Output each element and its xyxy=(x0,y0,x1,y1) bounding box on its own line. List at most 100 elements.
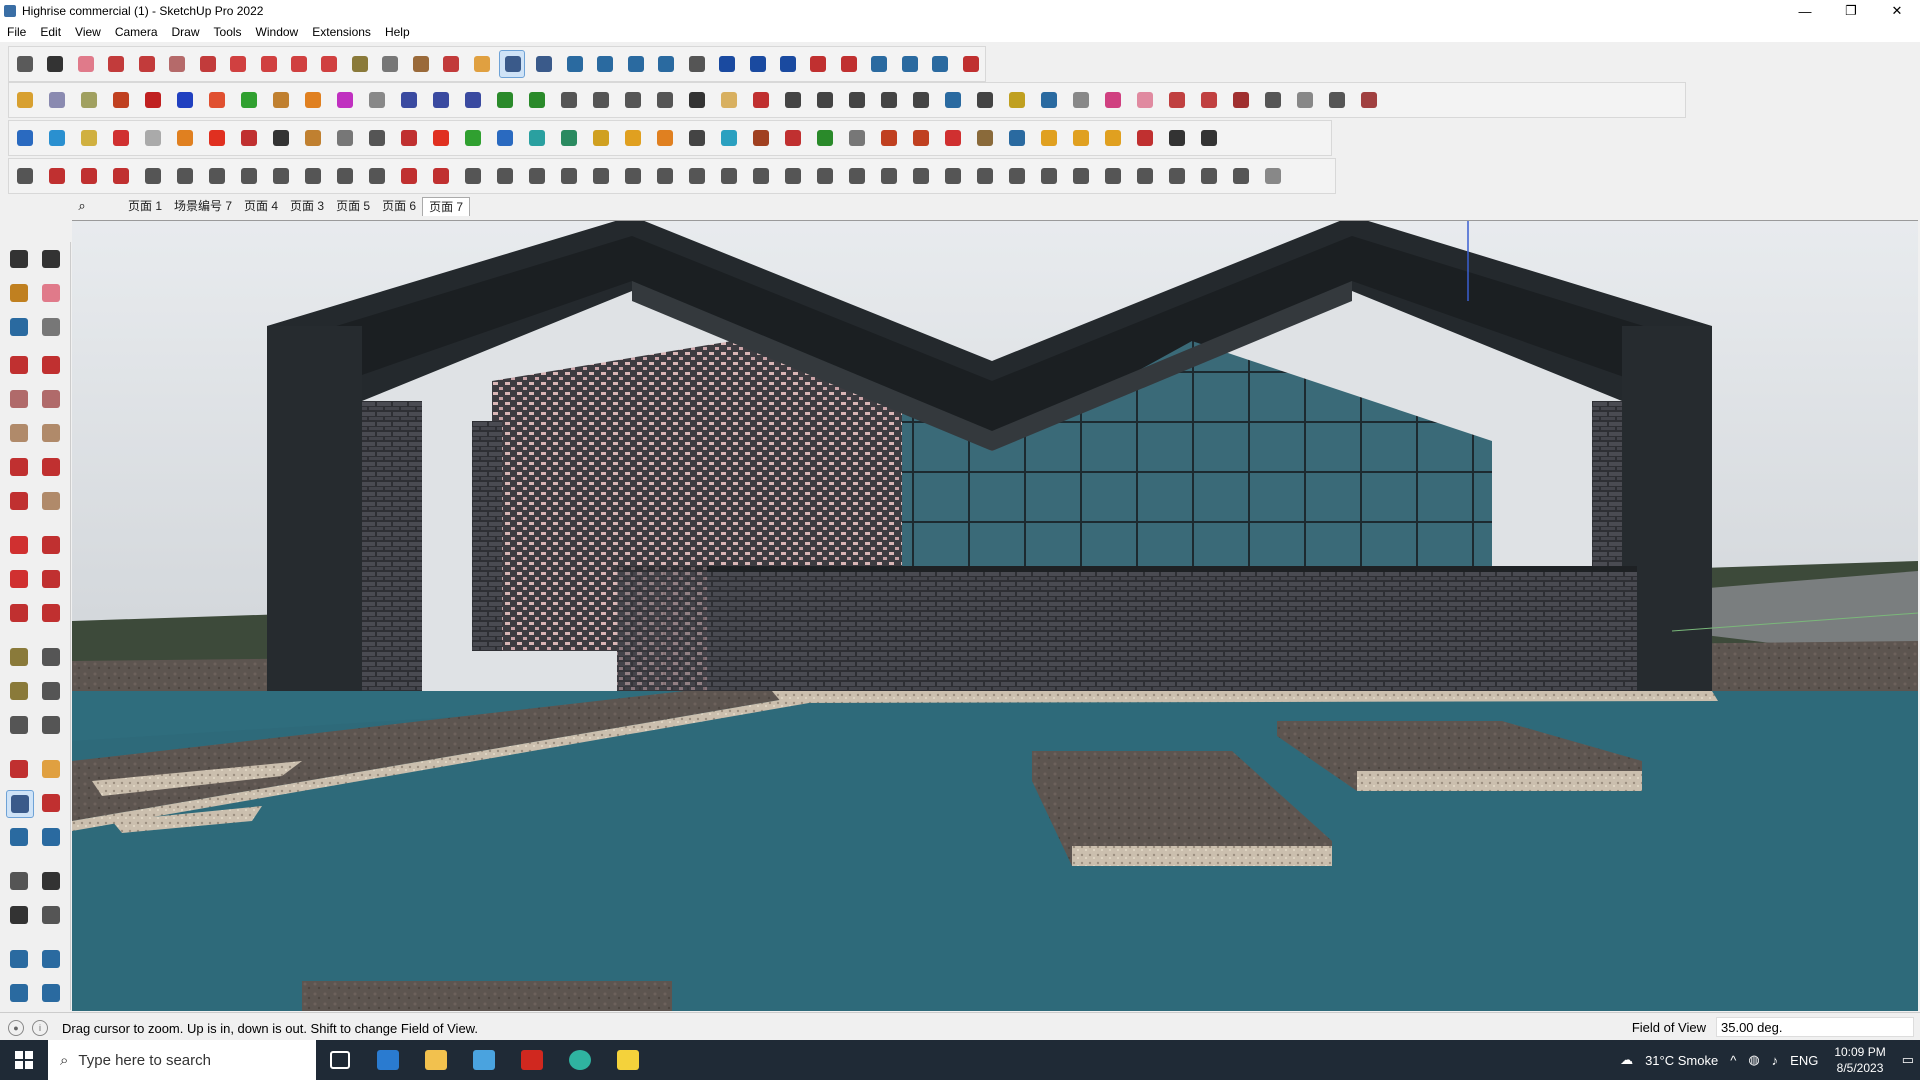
frame-2-icon[interactable] xyxy=(972,163,998,189)
file-explorer-icon[interactable] xyxy=(412,1040,460,1080)
orbit-gray-icon[interactable] xyxy=(844,125,870,151)
house-outline-icon[interactable] xyxy=(588,87,614,113)
arc-2-tool-icon[interactable] xyxy=(38,454,64,480)
extension-manager-icon[interactable] xyxy=(653,51,677,77)
grid-select-icon[interactable] xyxy=(1196,125,1222,151)
text-tool-icon[interactable] xyxy=(38,678,64,704)
circle-tool-icon[interactable] xyxy=(6,420,32,446)
material-3-icon[interactable] xyxy=(1228,87,1254,113)
3d-text-tool-icon[interactable] xyxy=(38,712,64,738)
rotate-icon[interactable] xyxy=(286,51,310,77)
selection-cross-icon[interactable] xyxy=(652,125,678,151)
move-icon[interactable] xyxy=(256,51,280,77)
zoom-icon[interactable] xyxy=(499,50,526,78)
flat-shape-3-icon[interactable] xyxy=(76,125,102,151)
material-7-icon[interactable] xyxy=(1356,87,1382,113)
zoom-window-tool-icon[interactable] xyxy=(38,790,64,816)
square-outline-icon[interactable] xyxy=(236,125,262,151)
shape-rect-icon[interactable] xyxy=(780,87,806,113)
face-icon[interactable] xyxy=(268,125,294,151)
link-icon[interactable] xyxy=(332,125,358,151)
volume-icon[interactable]: ♪ xyxy=(1772,1053,1779,1068)
sticky-notes-icon[interactable] xyxy=(604,1040,652,1080)
flat-shape-2-icon[interactable] xyxy=(44,125,70,151)
previous-view-tool-icon[interactable] xyxy=(38,824,64,850)
menu-camera[interactable]: Camera xyxy=(108,25,165,39)
push-pull-icon[interactable] xyxy=(195,51,219,77)
plus-red-icon[interactable] xyxy=(428,125,454,151)
corner-2-icon[interactable] xyxy=(364,163,390,189)
shaded-icon[interactable] xyxy=(140,87,166,113)
back-edges-icon[interactable] xyxy=(44,87,70,113)
menu-window[interactable]: Window xyxy=(249,25,306,39)
fan-icon[interactable] xyxy=(652,163,678,189)
grid-yellow-icon[interactable] xyxy=(1068,125,1094,151)
loft-icon[interactable] xyxy=(236,163,262,189)
text-icon[interactable] xyxy=(377,51,401,77)
pencil-icon[interactable] xyxy=(103,51,127,77)
select-tool-icon[interactable] xyxy=(6,246,32,272)
arc-tool-icon[interactable] xyxy=(6,454,32,480)
curve-icon[interactable] xyxy=(1004,87,1030,113)
orbit-icon[interactable] xyxy=(438,51,462,77)
bucket-icon[interactable] xyxy=(748,125,774,151)
gear-3-icon[interactable] xyxy=(1164,163,1190,189)
component-tool-icon[interactable] xyxy=(38,246,64,272)
measurements-input[interactable]: 35.00 deg. xyxy=(1716,1017,1914,1037)
paint-tool-icon[interactable] xyxy=(6,280,32,306)
parallel-icon[interactable] xyxy=(460,87,486,113)
scale-tool-icon[interactable] xyxy=(6,600,32,626)
arc-3-tool-icon[interactable] xyxy=(6,488,32,514)
fillet-icon[interactable] xyxy=(364,125,390,151)
menu-tools[interactable]: Tools xyxy=(207,25,249,39)
iso-view-icon[interactable] xyxy=(236,87,262,113)
redo-icon[interactable] xyxy=(958,51,982,77)
boxes-2-icon[interactable] xyxy=(908,125,934,151)
corner-icon[interactable] xyxy=(332,163,358,189)
scene-tab[interactable]: 页面 3 xyxy=(284,197,330,215)
perspective-icon[interactable] xyxy=(428,87,454,113)
eraser-tool-icon[interactable] xyxy=(38,280,64,306)
restore-button[interactable]: ❐ xyxy=(1828,0,1874,22)
push-pull-tool-icon[interactable] xyxy=(38,532,64,558)
minimize-button[interactable]: — xyxy=(1782,0,1828,22)
look-around-tool-icon[interactable] xyxy=(38,868,64,894)
wireframe-icon[interactable] xyxy=(76,87,102,113)
wall-icon[interactable] xyxy=(844,163,870,189)
language-indicator[interactable]: ENG xyxy=(1790,1053,1818,1068)
sample-tool-icon[interactable] xyxy=(38,314,64,340)
section-tool-icon[interactable] xyxy=(38,902,64,928)
taskbar-search[interactable]: ⌕ Type here to search xyxy=(48,1040,316,1080)
joint-push-pull-icon[interactable] xyxy=(76,163,102,189)
warehouse-icon[interactable] xyxy=(562,51,586,77)
dimension-icon[interactable] xyxy=(897,51,921,77)
shape-parallelogram-icon[interactable] xyxy=(908,87,934,113)
weather-icon[interactable]: ☁ xyxy=(1620,1052,1633,1068)
gear-2-icon[interactable] xyxy=(1132,163,1158,189)
material-1-icon[interactable] xyxy=(1164,87,1190,113)
top-view-icon[interactable] xyxy=(268,87,294,113)
chevron-up-icon[interactable]: ^ xyxy=(1730,1053,1736,1068)
freehand-tool-icon[interactable] xyxy=(38,352,64,378)
orbit-tool-icon[interactable] xyxy=(6,756,32,782)
ramp-icon[interactable] xyxy=(428,163,454,189)
menu-file[interactable]: File xyxy=(0,25,33,39)
info-icon[interactable]: i xyxy=(32,1020,48,1036)
pan-icon[interactable] xyxy=(469,51,493,77)
tape-tool-icon[interactable] xyxy=(6,644,32,670)
follow-me-tool-icon[interactable] xyxy=(38,566,64,592)
scatter-icon[interactable] xyxy=(1132,125,1158,151)
extension-warehouse-icon[interactable] xyxy=(592,51,616,77)
boxes-icon[interactable] xyxy=(876,125,902,151)
box-icon[interactable] xyxy=(300,125,326,151)
frame-icon[interactable] xyxy=(1004,125,1030,151)
shell-icon[interactable] xyxy=(268,163,294,189)
line-tool-icon[interactable] xyxy=(748,87,774,113)
zoom-extents-tool-icon[interactable] xyxy=(6,824,32,850)
warning-icon[interactable] xyxy=(588,125,614,151)
scale-icon[interactable] xyxy=(316,51,340,77)
storage-icon[interactable] xyxy=(652,87,678,113)
plus-green-icon[interactable] xyxy=(460,125,486,151)
model-viewport[interactable] xyxy=(72,220,1918,1011)
beam-icon[interactable] xyxy=(812,163,838,189)
